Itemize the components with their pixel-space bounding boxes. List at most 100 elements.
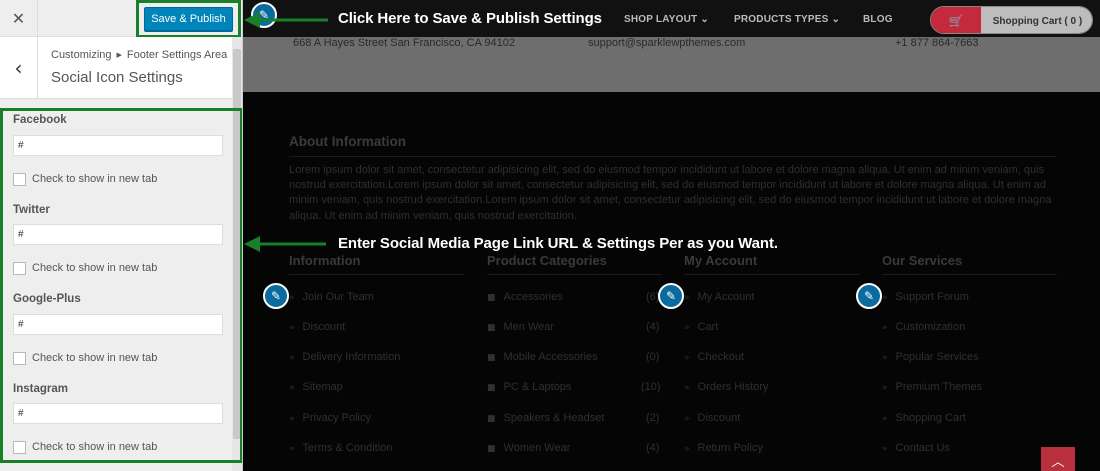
footer-link-label: Orders History (697, 381, 769, 393)
category-link[interactable]: ■ Speakers & Headset (487, 412, 604, 424)
google-plus-new-tab-checkbox[interactable] (13, 352, 26, 365)
folder-icon: ■ (487, 353, 496, 363)
annotation-arrow-save (244, 12, 328, 28)
category-count: (0) (646, 351, 660, 363)
footer-link[interactable]: » My Account (684, 291, 754, 303)
annotation-fields-text: Enter Social Media Page Link URL & Setti… (338, 235, 778, 252)
breadcrumb-parent: Customizing (51, 49, 112, 61)
nav-label: SHOP LAYOUT (624, 14, 698, 25)
footer-link-label: Premium Themes (895, 381, 983, 393)
footer-link-label: Support Forum (895, 291, 969, 303)
category-label: Men Wear (503, 321, 555, 333)
double-chevron-icon: » (289, 383, 295, 393)
customizer-sidebar: ✕ Save & Publish ‹ Customizing ▶ Footer Se… (0, 0, 243, 471)
folder-icon: ■ (487, 383, 496, 393)
footer-link[interactable]: » Terms & Condition (289, 442, 392, 454)
footer-link[interactable]: » Join Our Team (289, 291, 374, 303)
scroll-to-top-button[interactable]: ︿ (1041, 447, 1075, 471)
footer-link-label: Cart (697, 321, 719, 333)
google-plus-label: Google-Plus (13, 293, 81, 305)
edit-shortcut-pencil-icon[interactable]: ✎ (658, 283, 684, 309)
facebook-url-input[interactable] (13, 135, 223, 156)
edit-shortcut-pencil-icon[interactable]: ✎ (263, 283, 289, 309)
annotation-save-text: Click Here to Save & Publish Settings (338, 10, 602, 27)
category-count: (2) (646, 412, 660, 424)
nav-item-shop-layout[interactable]: SHOP LAYOUT ⌄ (624, 14, 709, 25)
edit-shortcut-pencil-icon[interactable]: ✎ (856, 283, 882, 309)
chevron-up-icon: ︿ (1051, 454, 1065, 470)
save-publish-button[interactable]: Save & Publish (144, 7, 233, 31)
save-highlight-box: Save & Publish (136, 0, 241, 38)
footer-link[interactable]: » Popular Services (882, 351, 979, 363)
instagram-label: Instagram (13, 383, 68, 395)
double-chevron-icon: » (882, 414, 888, 424)
nav-item-blog[interactable]: BLOG (863, 14, 893, 25)
nav-label: PRODUCTS TYPES (734, 14, 829, 25)
category-link[interactable]: ■ Women Wear (487, 442, 570, 454)
footer-link[interactable]: » Orders History (684, 381, 768, 393)
facebook-new-tab-checkbox[interactable] (13, 173, 26, 186)
footer-link[interactable]: » Shopping Cart (882, 412, 966, 424)
footer-link[interactable]: » Customization (882, 321, 965, 333)
footer-link[interactable]: » Sitemap (289, 381, 343, 393)
chevron-down-icon: ⌄ (700, 14, 709, 25)
footer-link-label: Terms & Condition (302, 442, 393, 454)
footer-link[interactable]: » Support Forum (882, 291, 969, 303)
footer-link-label: Contact Us (895, 442, 950, 454)
footer-link[interactable]: » Premium Themes (882, 381, 982, 393)
category-label: Mobile Accessories (503, 351, 598, 363)
folder-icon: ■ (487, 293, 496, 303)
double-chevron-icon: » (289, 323, 295, 333)
instagram-url-input[interactable] (13, 403, 223, 424)
footer-link[interactable]: » Contact Us (882, 442, 950, 454)
contact-address: 668 A Hayes Street San Francisco, CA 941… (293, 37, 515, 49)
instagram-new-tab-checkbox[interactable] (13, 441, 26, 454)
category-link[interactable]: ■ Accessories (487, 291, 563, 303)
category-label: Women Wear (503, 442, 571, 454)
double-chevron-icon: » (289, 414, 295, 424)
google-plus-url-input[interactable] (13, 314, 223, 335)
close-customizer-button[interactable]: ✕ (0, 0, 38, 37)
divider (882, 274, 1057, 275)
twitter-new-tab-label: Check to show in new tab (32, 262, 158, 274)
footer-link[interactable]: » Privacy Policy (289, 412, 371, 424)
footer-link-label: My Account (697, 291, 755, 303)
double-chevron-icon: » (684, 293, 690, 303)
nav-item-products-types[interactable]: PRODUCTS TYPES ⌄ (734, 14, 840, 25)
twitter-label: Twitter (13, 204, 50, 216)
twitter-new-tab-checkbox[interactable] (13, 262, 26, 275)
twitter-url-input[interactable] (13, 224, 223, 245)
footer-link[interactable]: » Discount (289, 321, 345, 333)
footer-link-label: Discount (302, 321, 346, 333)
footer-link-label: Popular Services (895, 351, 979, 363)
column-title-my-account: My Account (684, 253, 758, 268)
column-title-our-services: Our Services (882, 253, 963, 268)
category-link[interactable]: ■ PC & Laptops (487, 381, 571, 393)
shopping-cart-button[interactable]: 🛒 Shopping Cart ( 0 ) (930, 6, 1093, 34)
instagram-new-tab-label: Check to show in new tab (32, 441, 158, 453)
footer-link[interactable]: » Delivery Information (289, 351, 400, 363)
footer-link[interactable]: » Cart (684, 321, 718, 333)
footer-link-label: Delivery Information (302, 351, 401, 363)
category-count: (10) (641, 381, 661, 393)
double-chevron-icon: » (684, 353, 690, 363)
double-chevron-icon: » (289, 293, 295, 303)
chevron-left-icon: ‹ (14, 56, 23, 80)
divider (289, 156, 1056, 157)
close-icon: ✕ (11, 9, 26, 28)
category-label: PC & Laptops (503, 381, 572, 393)
category-link[interactable]: ■ Mobile Accessories (487, 351, 598, 363)
footer-link[interactable]: » Checkout (684, 351, 744, 363)
contact-email[interactable]: support@sparklewpthemes.com (588, 37, 745, 49)
footer-link[interactable]: » Discount (684, 412, 740, 424)
double-chevron-icon: » (684, 414, 690, 424)
double-chevron-icon: » (882, 444, 888, 454)
category-count: (4) (646, 442, 660, 454)
category-link[interactable]: ■ Men Wear (487, 321, 554, 333)
facebook-label: Facebook (13, 114, 67, 126)
double-chevron-icon: » (684, 323, 690, 333)
double-chevron-icon: » (882, 323, 888, 333)
back-button[interactable]: ‹ (0, 37, 38, 99)
footer-link[interactable]: » Return Policy (684, 442, 763, 454)
column-title-product-categories: Product Categories (487, 253, 607, 268)
